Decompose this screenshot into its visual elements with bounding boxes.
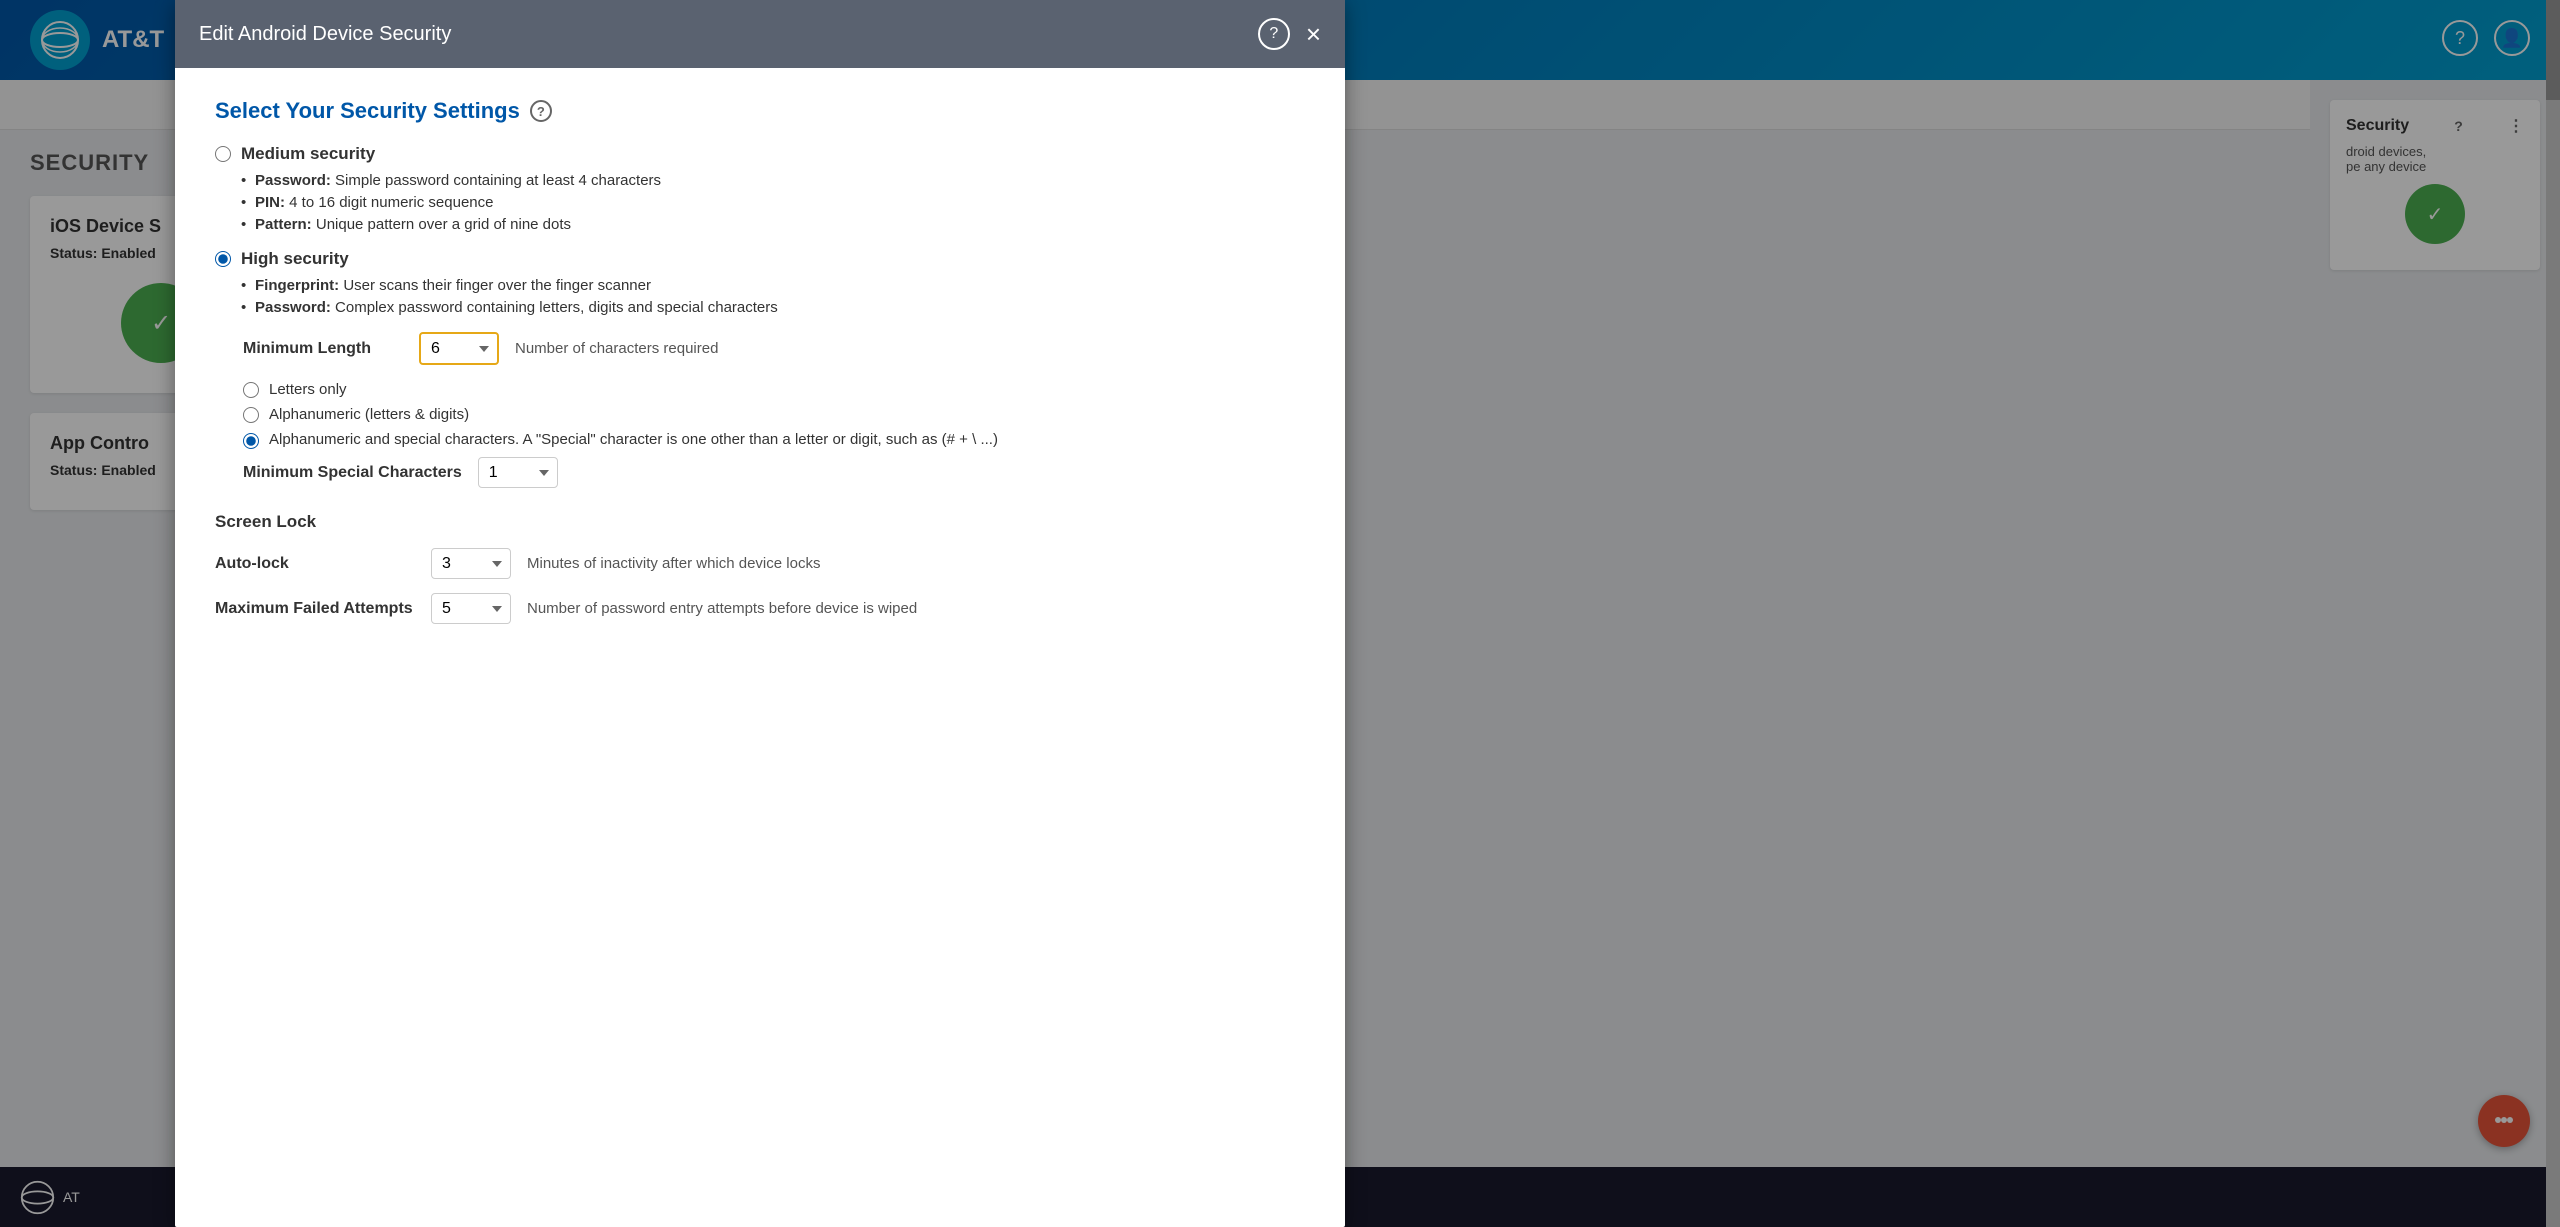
medium-security-title: Medium security [241,144,375,164]
alphanumeric-special-text: Alphanumeric and special characters. A "… [269,431,998,448]
autolock-row: Auto-lock 1 2 3 5 10 Minutes of inactivi… [215,548,1305,579]
min-special-row: Minimum Special Characters 1 2 3 [243,457,1305,488]
max-failed-description: Number of password entry attempts before… [527,600,917,617]
high-security-bullets: Fingerprint: User scans their finger ove… [243,277,1305,316]
min-special-select[interactable]: 1 2 3 [478,457,558,488]
min-special-label: Minimum Special Characters [243,464,462,482]
medium-bullet-2: PIN: 4 to 16 digit numeric sequence [243,194,1305,211]
medium-security-group: Medium security Password: Simple passwor… [215,144,1305,233]
screen-lock-title: Screen Lock [215,512,1305,532]
high-security-radio[interactable] [215,251,231,267]
min-length-label: Minimum Length [243,340,403,358]
modal-help-button[interactable]: ? [1258,18,1290,50]
high-bullet-2: Password: Complex password containing le… [243,299,1305,316]
medium-bullet-3: Pattern: Unique pattern over a grid of n… [243,216,1305,233]
high-bullet-2-key: Password: [255,299,331,316]
max-failed-select[interactable]: 3 4 5 10 [431,593,511,624]
medium-security-bullets: Password: Simple password containing at … [243,172,1305,233]
min-length-row: Minimum Length 4 5 6 7 8 Number of chara… [243,332,1305,365]
alphanumeric-special-label[interactable]: Alphanumeric and special characters. A "… [243,431,1305,449]
autolock-description: Minutes of inactivity after which device… [527,555,820,572]
min-length-description: Number of characters required [515,340,718,357]
modal-wrapper: Edit Android Device Security ? × Select … [175,0,1345,1227]
autolock-label: Auto-lock [215,555,415,573]
section-help-icon[interactable]: ? [530,100,552,122]
min-length-select[interactable]: 4 5 6 7 8 [419,332,499,365]
high-security-group: High security Fingerprint: User scans th… [215,249,1305,488]
alphanumeric-label[interactable]: Alphanumeric (letters & digits) [243,406,1305,423]
autolock-select[interactable]: 1 2 3 5 10 [431,548,511,579]
letters-only-text: Letters only [269,381,347,398]
medium-bullet-1-val: Simple password containing at least 4 ch… [335,172,661,189]
letters-only-label[interactable]: Letters only [243,381,1305,398]
modal-title: Edit Android Device Security [199,23,451,46]
max-failed-label: Maximum Failed Attempts [215,600,415,618]
edit-security-modal: Edit Android Device Security ? × Select … [175,0,1345,1227]
medium-bullet-3-val: Unique pattern over a grid of nine dots [316,216,571,233]
high-bullet-1: Fingerprint: User scans their finger ove… [243,277,1305,294]
medium-bullet-2-key: PIN: [255,194,285,211]
screen-lock-section: Screen Lock Auto-lock 1 2 3 5 10 Minutes… [215,512,1305,624]
modal-body: Select Your Security Settings ? Medium s… [175,68,1345,1227]
alphanumeric-text: Alphanumeric (letters & digits) [269,406,469,423]
letters-only-radio[interactable] [243,382,259,398]
max-failed-row: Maximum Failed Attempts 3 4 5 10 Number … [215,593,1305,624]
modal-header-actions: ? × [1258,18,1321,50]
high-bullet-1-val: User scans their finger over the finger … [343,277,651,294]
medium-bullet-1: Password: Simple password containing at … [243,172,1305,189]
high-security-title: High security [241,249,349,269]
modal-section-heading: Select Your Security Settings ? [215,98,1305,124]
high-bullet-2-val: Complex password containing letters, dig… [335,299,778,316]
alphanumeric-special-radio[interactable] [243,433,259,449]
high-security-radio-label[interactable]: High security [215,249,1305,269]
modal-header: Edit Android Device Security ? × [175,0,1345,68]
medium-bullet-3-key: Pattern: [255,216,312,233]
modal-close-button[interactable]: × [1306,21,1321,47]
medium-security-radio-label[interactable]: Medium security [215,144,1305,164]
medium-bullet-2-val: 4 to 16 digit numeric sequence [289,194,493,211]
medium-bullet-1-key: Password: [255,172,331,189]
char-type-group: Letters only Alphanumeric (letters & dig… [243,381,1305,449]
medium-security-radio[interactable] [215,146,231,162]
high-bullet-1-key: Fingerprint: [255,277,339,294]
alphanumeric-radio[interactable] [243,407,259,423]
